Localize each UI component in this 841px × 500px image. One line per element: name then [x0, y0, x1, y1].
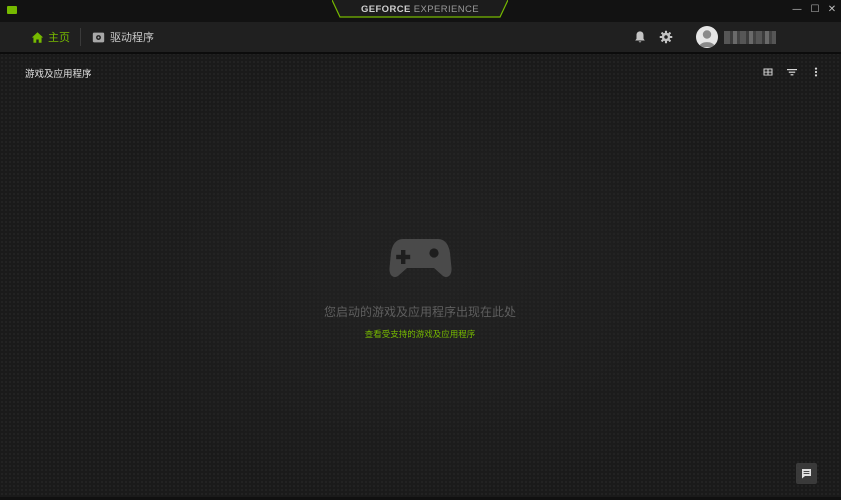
empty-state-message: 您启动的游戏及应用程序出现在此处: [323, 305, 516, 319]
brand-title: GEFORCE EXPERIENCE: [332, 4, 508, 15]
supported-games-link[interactable]: 查看受支持的游戏及应用程序: [270, 328, 570, 340]
avatar-icon: [699, 30, 715, 47]
gamepad-icon: [389, 239, 452, 278]
nav-bar: 主页 驱动程序: [0, 22, 841, 54]
bell-icon[interactable]: [633, 30, 647, 44]
tab-home-label: 主页: [48, 31, 70, 44]
nvidia-logo-icon: [7, 6, 17, 14]
app-window: GEFORCE EXPERIENCE — ☐ ✕ 主页 驱动程序 游戏及应用程序…: [0, 0, 841, 500]
brand-title-strong: GEFORCE: [360, 4, 411, 15]
feedback-button[interactable]: [796, 463, 817, 484]
brand-title-light: EXPERIENCE: [413, 4, 480, 15]
close-button[interactable]: ✕: [823, 2, 841, 18]
nav-divider: [80, 28, 81, 46]
minimize-button[interactable]: —: [788, 2, 806, 18]
home-icon: [31, 31, 44, 43]
avatar[interactable]: [696, 26, 718, 48]
tab-drivers-label: 驱动程序: [110, 31, 154, 44]
driver-icon: [92, 32, 105, 42]
tab-home[interactable]: 主页: [31, 22, 70, 52]
tab-drivers[interactable]: 驱动程序: [92, 22, 154, 52]
chat-icon: [802, 469, 811, 479]
maximize-button[interactable]: ☐: [806, 2, 824, 18]
title-bar[interactable]: GEFORCE EXPERIENCE — ☐ ✕: [0, 0, 841, 22]
section-title: 游戏及应用程序: [25, 69, 92, 80]
brand-banner: GEFORCE EXPERIENCE: [332, 0, 508, 19]
more-options-icon[interactable]: [810, 66, 822, 78]
grid-view-icon[interactable]: [762, 66, 774, 78]
username-redacted: [724, 31, 776, 44]
filter-icon[interactable]: [786, 66, 798, 78]
gear-icon[interactable]: [659, 30, 673, 44]
